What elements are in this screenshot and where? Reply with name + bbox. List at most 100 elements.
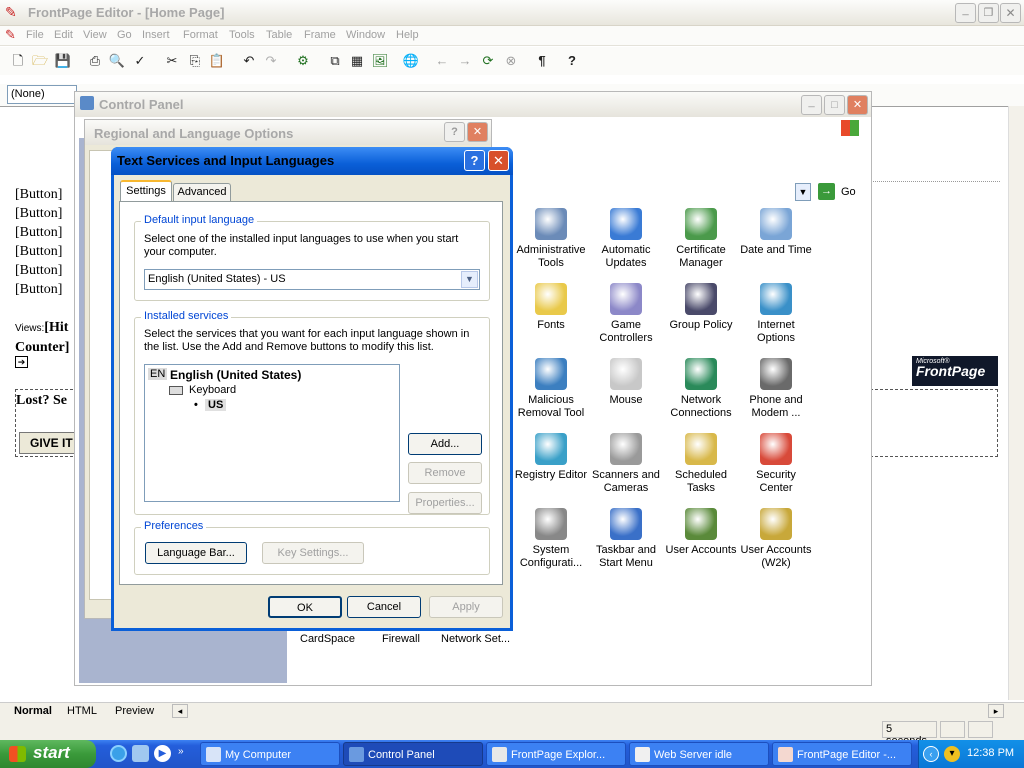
tab-html[interactable]: HTML <box>67 705 97 717</box>
copy-icon[interactable]: ⎘ <box>186 52 204 70</box>
layout-us[interactable]: US <box>205 399 227 411</box>
image-icon[interactable]: 🖼 <box>371 52 389 70</box>
cp-maximize-button[interactable]: □ <box>824 95 845 115</box>
task-frontpage-explorer[interactable]: FrontPage Explor... <box>486 742 626 766</box>
back-icon[interactable]: ← <box>433 52 451 70</box>
page-button[interactable]: [Button] <box>15 280 62 299</box>
print-icon[interactable]: ⎙ <box>86 52 104 70</box>
cp-item-network-setup[interactable]: Network Set... <box>441 633 510 645</box>
menu-go[interactable]: Go <box>117 29 132 41</box>
cp-item-gamepad[interactable]: Game Controllers <box>589 283 663 345</box>
minimize-button[interactable]: _ <box>955 3 976 23</box>
add-button[interactable]: Add... <box>408 433 482 455</box>
explorer-icon[interactable] <box>132 745 149 762</box>
tab-preview[interactable]: Preview <box>115 705 154 717</box>
cp-item-firewall[interactable]: Firewall <box>382 633 420 645</box>
paste-icon[interactable]: 📋 <box>208 52 226 70</box>
page-button[interactable]: [Button] <box>15 185 62 204</box>
regional-help-button[interactable]: ? <box>444 122 465 142</box>
cp-item-mouse[interactable]: Mouse <box>589 358 663 407</box>
menu-file[interactable]: File <box>26 29 44 41</box>
cp-item-globe[interactable]: Internet Options <box>739 283 813 345</box>
cp-item-network-globe[interactable]: Network Connections <box>664 358 738 420</box>
tray-expand-icon[interactable]: ‹ <box>923 746 939 762</box>
form-field-icon[interactable]: ⧉ <box>326 52 344 70</box>
cp-item-system-config[interactable]: System Configurati... <box>514 508 588 570</box>
cp-item-clock[interactable]: Date and Time <box>739 208 813 257</box>
start-button[interactable]: start <box>0 740 96 768</box>
refresh-icon[interactable]: ⟳ <box>479 52 497 70</box>
apply-button[interactable]: Apply <box>429 596 503 618</box>
tab-normal[interactable]: Normal <box>14 705 52 717</box>
paragraph-icon[interactable]: ¶ <box>533 52 551 70</box>
redo-icon[interactable]: ↷ <box>262 52 280 70</box>
table-icon[interactable]: ▦ <box>348 52 366 70</box>
cp-address-dropdown[interactable]: ▼ <box>795 183 811 201</box>
cp-item-scheduled-tasks[interactable]: Scheduled Tasks <box>664 433 738 495</box>
remove-button[interactable]: Remove <box>408 462 482 484</box>
dialog-close-button[interactable]: ✕ <box>488 150 509 171</box>
cancel-button[interactable]: Cancel <box>347 596 421 618</box>
help-icon[interactable]: ? <box>563 52 581 70</box>
properties-button[interactable]: Properties... <box>408 492 482 514</box>
task-my-computer[interactable]: My Computer <box>200 742 340 766</box>
tab-advanced[interactable]: Advanced <box>173 183 231 202</box>
new-icon[interactable]: 🗋 <box>9 52 27 70</box>
cp-item-taskbar[interactable]: Taskbar and Start Menu <box>589 508 663 570</box>
scroll-left-icon[interactable]: ◂ <box>172 704 188 718</box>
menu-insert[interactable]: Insert <box>142 29 170 41</box>
cp-item-fonts-folder[interactable]: Fonts <box>514 283 588 332</box>
regional-close-button[interactable]: ✕ <box>467 122 488 142</box>
cp-item-monitor-shield[interactable]: Malicious Removal Tool <box>514 358 588 420</box>
quicklaunch-expand-icon[interactable]: » <box>178 746 184 757</box>
menu-edit[interactable]: Edit <box>54 29 73 41</box>
cp-item-users[interactable]: User Accounts <box>664 508 738 557</box>
task-frontpage-editor[interactable]: FrontPage Editor -... <box>772 742 912 766</box>
vertical-scrollbar[interactable] <box>1008 106 1024 700</box>
cp-item-certificate[interactable]: Certificate Manager <box>664 208 738 270</box>
menu-table[interactable]: Table <box>266 29 292 41</box>
ie-icon[interactable] <box>110 745 127 762</box>
undo-icon[interactable]: ↶ <box>240 52 258 70</box>
tray-warning-icon[interactable]: ▾ <box>944 746 960 762</box>
open-icon[interactable]: 🗁 <box>31 52 49 70</box>
cp-item-registry[interactable]: Registry Editor <box>514 433 588 482</box>
style-select[interactable]: (None) <box>7 85 77 104</box>
lang-name[interactable]: English (United States) <box>170 368 301 382</box>
page-button[interactable]: [Button] <box>15 223 62 242</box>
forward-icon[interactable]: → <box>456 52 474 70</box>
cp-item-scanner[interactable]: Scanners and Cameras <box>589 433 663 495</box>
stop-icon[interactable]: ⊗ <box>502 52 520 70</box>
task-control-panel[interactable]: Control Panel <box>343 742 483 766</box>
spelling-icon[interactable]: ✓ <box>131 52 149 70</box>
restore-button[interactable]: ❐ <box>978 3 999 23</box>
close-button[interactable]: ✕ <box>1000 3 1021 23</box>
page-button[interactable]: [Button] <box>15 261 62 280</box>
ok-button[interactable]: OK <box>268 596 342 618</box>
menu-window[interactable]: Window <box>346 29 385 41</box>
cp-close-button[interactable]: ✕ <box>847 95 868 115</box>
default-language-select[interactable]: English (United States) - US ▼ <box>144 269 480 290</box>
media-icon[interactable]: ▶ <box>154 745 171 762</box>
task-web-server[interactable]: Web Server idle <box>629 742 769 766</box>
cp-item-cardspace[interactable]: CardSpace <box>300 633 355 645</box>
scroll-right-icon[interactable]: ▸ <box>988 704 1004 718</box>
page-button[interactable]: [Button] <box>15 204 62 223</box>
key-settings-button[interactable]: Key Settings... <box>262 542 364 564</box>
print-preview-icon[interactable]: 🔍 <box>108 52 126 70</box>
hyperlink-icon[interactable]: 🌐 <box>402 52 420 70</box>
cp-minimize-button[interactable]: _ <box>801 95 822 115</box>
menu-format[interactable]: Format <box>183 29 218 41</box>
menu-view[interactable]: View <box>83 29 107 41</box>
webbot-icon[interactable]: ⚙ <box>294 52 312 70</box>
services-tree[interactable]: EN English (United States) Keyboard • US <box>144 364 400 502</box>
tab-settings[interactable]: Settings <box>120 180 172 202</box>
page-button[interactable]: [Button] <box>15 242 62 261</box>
language-bar-button[interactable]: Language Bar... <box>145 542 247 564</box>
save-icon[interactable]: 💾 <box>54 52 72 70</box>
cp-item-windows-update[interactable]: Automatic Updates <box>589 208 663 270</box>
dialog-help-button[interactable]: ? <box>464 150 485 171</box>
cp-item-group-policy[interactable]: Group Policy <box>664 283 738 332</box>
cp-item-security-shield[interactable]: Security Center <box>739 433 813 495</box>
cp-item-admin-tools[interactable]: Administrative Tools <box>514 208 588 270</box>
